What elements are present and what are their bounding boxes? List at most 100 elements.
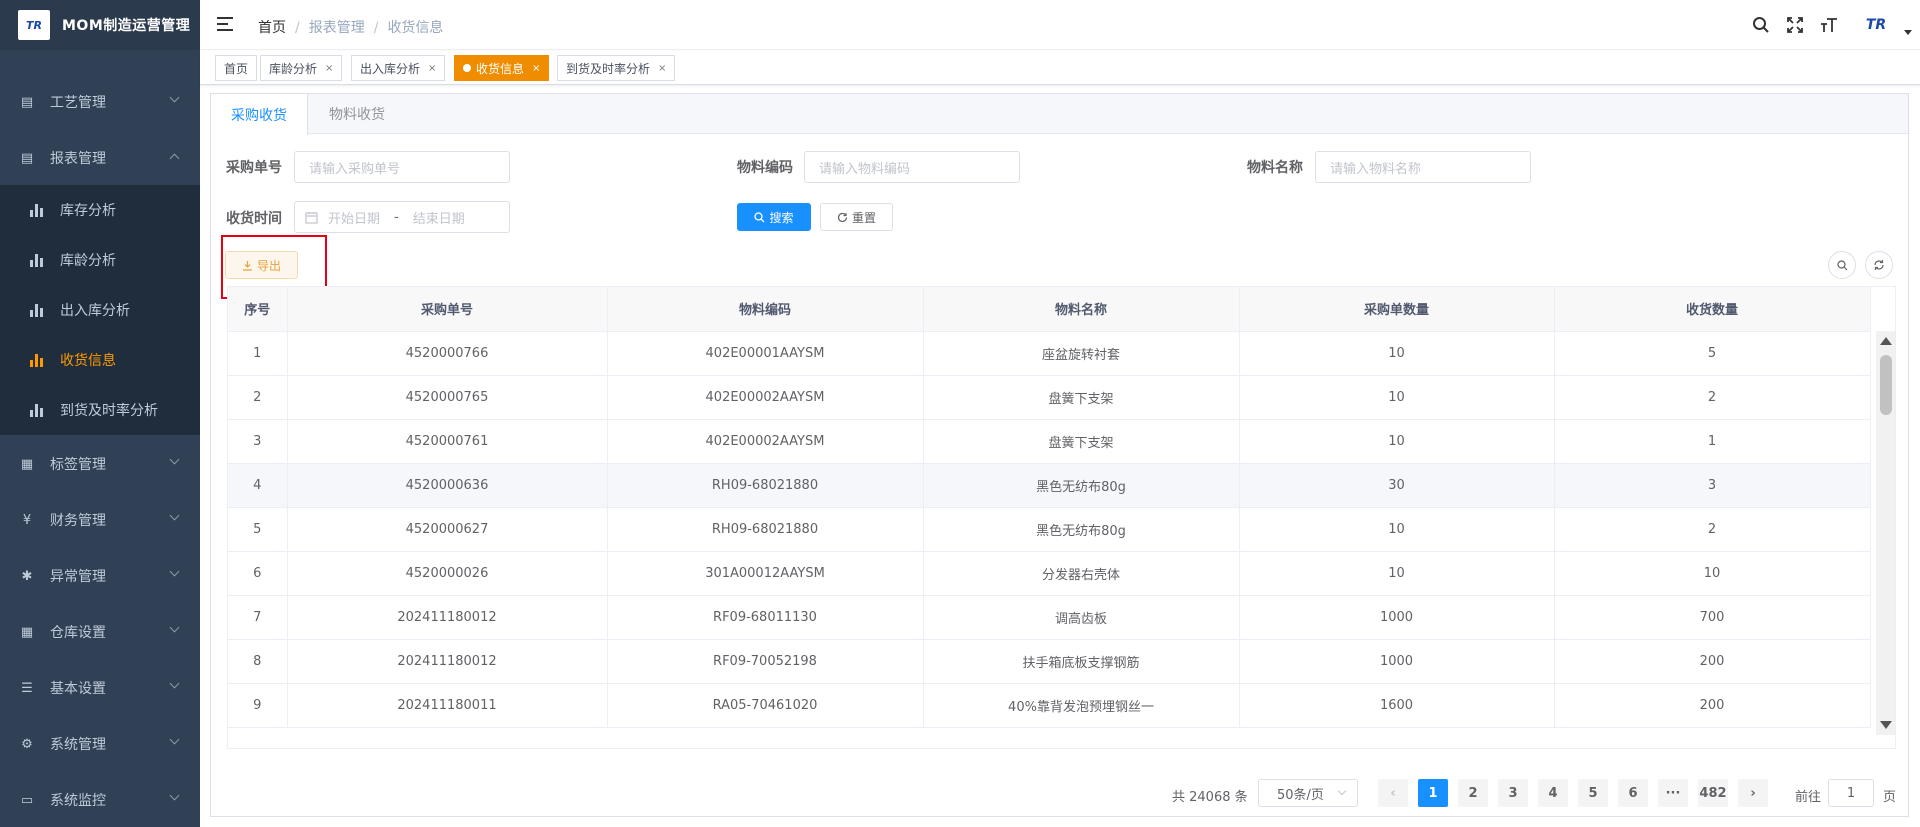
refresh-table-button[interactable] [1865,251,1893,279]
table-row[interactable]: 7 202411180012 RF09-68011130 调高齿板 1000 700 [228,595,1871,640]
menu-system[interactable]: ⚙ 系统管理 [0,716,200,772]
menu-label: 报表管理 [50,151,106,167]
page-button-2[interactable]: 2 [1458,779,1488,807]
cell-index: 7 [228,595,288,640]
table-row[interactable]: 6 4520000026 301A00012AAYSM 分发器右壳体 10 10 [228,551,1871,596]
menu-exception[interactable]: ✱ 异常管理 [0,548,200,604]
tag-inout[interactable]: 出入库分析 × [351,55,446,81]
table-vertical-scrollbar[interactable] [1876,331,1895,735]
tag-home[interactable]: 首页 [215,55,258,81]
table-row[interactable]: 2 4520000765 402E00002AAYSM 盘簧下支架 10 2 [228,375,1871,420]
tab-purchase-receipt[interactable]: 采购收货 [211,94,308,135]
page-button-1[interactable]: 1 [1418,779,1448,807]
table-row[interactable]: 5 4520000627 RH09-68021880 黑色无纺布80g 10 2 [228,507,1871,552]
total-count: 共 24068 条 [1172,790,1248,805]
tag-ontime[interactable]: 到货及时率分析 × [557,55,676,81]
search-button[interactable]: 搜索 [737,203,811,231]
scroll-up-arrow-icon[interactable] [1880,337,1892,345]
reset-button[interactable]: 重置 [820,203,893,231]
table-row[interactable]: 1 4520000766 402E00001AAYSM 座盆旋转衬套 10 5 [228,331,1871,376]
start-date-input[interactable]: 开始日期 [328,208,380,227]
menu-label-mgmt[interactable]: ▦ 标签管理 [0,436,200,492]
page-button-last[interactable]: 482 [1698,779,1728,807]
cell-material-name: 座盆旋转衬套 [923,331,1240,376]
close-icon[interactable]: × [532,63,540,74]
column-header[interactable]: 物料名称 [923,287,1240,332]
close-icon[interactable]: × [658,63,666,74]
cell-po-quantity: 10 [1239,419,1555,464]
page-button-3[interactable]: 3 [1498,779,1528,807]
page-button-6[interactable]: 6 [1618,779,1648,807]
tab-material-receipt[interactable]: 物料收货 [309,94,405,134]
tag-stock-age[interactable]: 库龄分析 × [260,55,343,81]
table-row[interactable]: 3 4520000761 402E00002AAYSM 盘簧下支架 10 1 [228,419,1871,464]
po-number-input[interactable]: 请输入采购单号 [294,151,510,183]
submenu-ontime-analysis[interactable]: 到货及时率分析 [0,385,200,435]
scroll-down-arrow-icon[interactable] [1880,721,1892,729]
process-icon: ▤ [20,94,34,110]
cell-material-name: 扶手箱底板支撑钢筋 [923,639,1240,684]
submenu-receipt-info[interactable]: 收货信息 [0,335,200,385]
page-button-5[interactable]: 5 [1578,779,1608,807]
more-pages-button[interactable]: ··· [1658,779,1688,807]
column-header[interactable]: 物料编码 [607,287,924,332]
cell-po-quantity: 1000 [1239,595,1555,640]
page-button-4[interactable]: 4 [1538,779,1568,807]
column-header[interactable]: 序号 [228,287,288,332]
hamburger-icon[interactable] [217,17,233,31]
menu-report[interactable]: ▤ 报表管理 [0,130,200,186]
breadcrumb-report[interactable]: 报表管理 [309,20,365,36]
menu-monitor[interactable]: ▭ 系统监控 [0,772,200,827]
submenu-stock-age-analysis[interactable]: 库龄分析 [0,235,200,285]
table-row[interactable]: 9 202411180011 RA05-70461020 40%靠背发泡预埋钢丝一 16… [228,683,1871,728]
close-icon[interactable]: × [428,63,436,74]
menu-basic-settings[interactable]: ☰ 基本设置 [0,660,200,716]
scroll-thumb[interactable] [1880,355,1892,415]
material-name-input[interactable]: 请输入物料名称 [1315,151,1531,183]
chevron-down-icon [169,454,180,465]
toggle-search-button[interactable] [1828,251,1856,279]
cell-material-name: 调高齿板 [923,595,1240,640]
material-code-input[interactable]: 请输入物料编码 [804,151,1020,183]
column-header[interactable]: 收货数量 [1554,287,1871,332]
cell-received-quantity: 200 [1554,639,1871,684]
table-row[interactable]: 8 202411180012 RF09-70052198 扶手箱底板支撑钢筋 1000 2… [228,639,1871,684]
end-date-input[interactable]: 结束日期 [413,208,465,227]
cell-po-number: 4520000761 [287,419,608,464]
column-header[interactable]: 采购单号 [287,287,608,332]
cell-po-quantity: 10 [1239,331,1555,376]
receipt-date-range[interactable]: 开始日期 - 结束日期 [294,201,510,233]
menu-finance[interactable]: ¥ 财务管理 [0,492,200,548]
cell-index: 9 [228,683,288,728]
cell-material-code: 301A00012AAYSM [607,551,924,596]
breadcrumb-home[interactable]: 首页 [258,20,286,36]
table-row[interactable]: 4 4520000636 RH09-68021880 黑色无纺布80g 30 3 [228,463,1871,508]
cell-material-code: RF09-68011130 [607,595,924,640]
header-actions: TR [1744,0,1920,50]
submenu-inout-analysis[interactable]: 出入库分析 [0,285,200,335]
cell-po-quantity: 1600 [1239,683,1555,728]
cell-material-name: 40%靠背发泡预埋钢丝一 [923,683,1240,728]
cell-po-number: 4520000627 [287,507,608,552]
submenu-inventory-analysis[interactable]: 库存分析 [0,185,200,235]
menu-warehouse[interactable]: ▦ 仓库设置 [0,604,200,660]
column-header[interactable]: 采购单数量 [1239,287,1555,332]
cell-received-quantity: 10 [1554,551,1871,596]
close-icon[interactable]: × [325,63,333,74]
search-icon [1836,259,1847,270]
fullscreen-icon[interactable] [1778,0,1812,50]
top-navbar: 首页 / 报表管理 / 收货信息 TR [200,0,1920,50]
search-icon[interactable] [1744,0,1778,50]
cell-material-code: RA05-70461020 [607,683,924,728]
tag-receipt-info[interactable]: 收货信息 × [454,55,550,81]
menu-process[interactable]: ▤ 工艺管理 [0,74,200,130]
page-size-select[interactable]: 50条/页 [1258,779,1358,807]
cell-po-number: 202411180012 [287,595,608,640]
report-submenu: 库存分析 库龄分析 出入库分析 收货信息 到货及时率分析 [0,185,200,435]
caret-down-icon[interactable] [1904,29,1912,35]
next-page-button[interactable]: › [1738,779,1768,807]
font-size-icon[interactable] [1812,0,1846,50]
prev-page-button[interactable]: ‹ [1378,779,1408,807]
avatar[interactable]: TR [1856,11,1896,39]
jump-page-input[interactable]: 1 [1828,779,1874,807]
